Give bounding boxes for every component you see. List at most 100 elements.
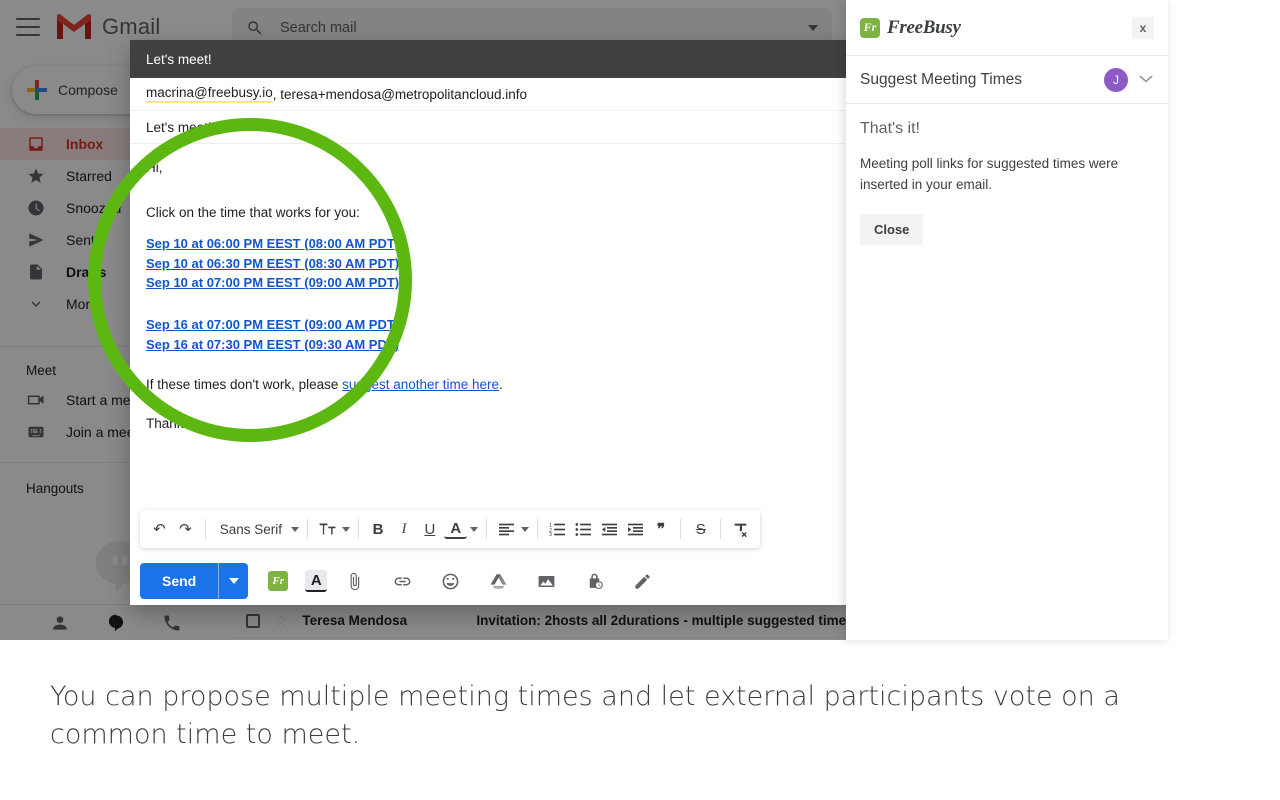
sidebar-item-label: Starred xyxy=(66,168,112,184)
time-link-group-1: Sep 10 at 06:00 PM EEST (08:00 AM PDT) S… xyxy=(146,234,832,293)
freebusy-mark-icon: Fr xyxy=(860,17,880,38)
screenshot-root: Gmail Search mail Compose Inbox Starred … xyxy=(0,0,1280,800)
chevron-down-icon[interactable] xyxy=(290,526,299,532)
body-intro: Click on the time that works for you: xyxy=(146,204,360,220)
search-placeholder: Search mail xyxy=(280,20,357,36)
bold-button[interactable]: B xyxy=(367,516,390,542)
close-icon[interactable]: x xyxy=(1132,16,1154,39)
list-numbered-icon[interactable]: 123 xyxy=(546,516,569,542)
clock-icon xyxy=(26,198,46,218)
toolbar-divider xyxy=(680,519,682,539)
send-options-button[interactable] xyxy=(218,563,249,599)
formatting-toolbar: ↶ ↷ Sans Serif B I U A 123 ❞ S xyxy=(140,510,760,548)
chevron-down-icon[interactable] xyxy=(1138,72,1154,87)
quote-icon[interactable]: ❞ xyxy=(650,516,673,542)
font-family-selector[interactable]: Sans Serif xyxy=(214,522,288,537)
insert-emoji-icon[interactable] xyxy=(434,566,466,596)
star-icon[interactable]: ☆ xyxy=(274,611,288,631)
svg-text:3: 3 xyxy=(549,532,552,537)
list-bulleted-icon[interactable] xyxy=(572,516,595,542)
caption-text: You can propose multiple meeting times a… xyxy=(50,681,1120,751)
font-size-icon[interactable] xyxy=(316,516,339,542)
chevron-down-icon[interactable] xyxy=(470,526,479,532)
compose-title-label: Let's meet! xyxy=(146,51,212,67)
chevron-down-icon[interactable] xyxy=(341,526,350,532)
row-checkbox[interactable] xyxy=(246,613,260,628)
compose-label: Compose xyxy=(58,82,118,98)
confidential-mode-icon[interactable] xyxy=(578,566,610,596)
freebusy-icon[interactable]: Fr xyxy=(262,566,294,596)
insert-photo-icon[interactable] xyxy=(530,566,562,596)
fallback-suffix: . xyxy=(499,376,503,392)
hangouts-icon[interactable] xyxy=(106,613,126,633)
indent-more-icon[interactable] xyxy=(624,516,647,542)
star-icon xyxy=(26,166,46,186)
formatting-options-icon[interactable]: A xyxy=(300,566,332,596)
keyboard-icon xyxy=(26,422,46,442)
sidebar-item-label: Sent xyxy=(66,232,95,248)
italic-button[interactable]: I xyxy=(393,516,416,542)
freebusy-subheader: Suggest Meeting Times J xyxy=(846,56,1168,104)
send-icon xyxy=(26,230,46,250)
send-button[interactable]: Send xyxy=(140,563,219,599)
underline-button[interactable]: U xyxy=(418,516,441,542)
toolbar-divider xyxy=(537,519,538,539)
close-button[interactable]: Close xyxy=(860,213,924,245)
page-title: Suggest Meeting Times xyxy=(860,70,1022,88)
body-greeting: Hi, xyxy=(146,160,163,175)
sidebar-item-label: Inbox xyxy=(66,136,104,152)
draft-icon xyxy=(26,262,46,282)
remove-formatting-icon[interactable] xyxy=(729,516,752,542)
sidebar-item-label: Drafts xyxy=(66,264,107,280)
avatar[interactable]: J xyxy=(1104,67,1128,92)
search-options-icon[interactable] xyxy=(808,25,818,31)
compose-title-bar[interactable]: Let's meet! xyxy=(130,40,848,78)
meeting-time-link[interactable]: Sep 10 at 06:00 PM EEST (08:00 AM PDT) xyxy=(146,234,832,254)
text-color-button[interactable]: A xyxy=(444,519,468,539)
indent-less-icon[interactable] xyxy=(598,516,621,542)
compose-window: Let's meet! macrina@freebusy.io, teresa+… xyxy=(130,40,848,605)
search-icon xyxy=(246,19,264,37)
status-heading: That's it! xyxy=(860,120,920,137)
toolbar-divider xyxy=(486,519,488,539)
recipient-rest: , teresa+mendosa@metropolitancloud.info xyxy=(272,86,527,102)
insert-signature-icon[interactable] xyxy=(626,566,658,596)
formatting-a-glyph: A xyxy=(305,570,328,592)
fallback-prefix: If these times don't work, please xyxy=(146,376,343,392)
meeting-time-link[interactable]: Sep 16 at 07:30 PM EEST (09:30 AM PDT) xyxy=(146,335,832,355)
insert-link-icon[interactable] xyxy=(386,566,418,596)
video-camera-icon xyxy=(26,390,46,410)
recipient-primary: macrina@freebusy.io xyxy=(146,85,273,103)
compose-body[interactable]: Hi, Click on the time that works for you… xyxy=(130,144,848,434)
toolbar-divider xyxy=(306,519,308,539)
toolbar-divider xyxy=(720,519,722,539)
gmail-brand-label: Gmail xyxy=(102,14,161,39)
inbox-icon xyxy=(26,134,46,154)
compose-subject-value: Let's meet! xyxy=(146,119,212,135)
toolbar-divider xyxy=(204,519,206,539)
freebusy-panel: Fr FreeBusy x Suggest Meeting Times J Th… xyxy=(846,0,1168,640)
attach-file-icon[interactable] xyxy=(338,566,370,596)
phone-icon[interactable] xyxy=(162,613,182,633)
compose-recipients-field[interactable]: macrina@freebusy.io, teresa+mendosa@metr… xyxy=(130,78,848,111)
meeting-time-link[interactable]: Sep 16 at 07:00 PM EEST (09:00 AM PDT) xyxy=(146,315,832,335)
person-icon[interactable] xyxy=(50,613,70,633)
undo-icon[interactable]: ↶ xyxy=(148,516,171,542)
sidebar-status-strip xyxy=(0,604,232,640)
meeting-time-link[interactable]: Sep 10 at 07:00 PM EEST (09:00 AM PDT) xyxy=(146,273,832,293)
compose-subject-field[interactable]: Let's meet! xyxy=(130,111,848,144)
freebusy-logo: Fr FreeBusy xyxy=(860,17,961,39)
chevron-down-icon[interactable] xyxy=(521,526,530,532)
align-icon[interactable] xyxy=(495,516,518,542)
strikethrough-button[interactable]: S xyxy=(689,516,712,542)
freebusy-panel-header: Fr FreeBusy x xyxy=(846,0,1168,56)
redo-icon[interactable]: ↷ xyxy=(174,516,197,542)
suggest-another-time-link[interactable]: suggest another time here xyxy=(342,377,499,392)
gmail-logo[interactable]: Gmail xyxy=(55,13,160,41)
meeting-time-link[interactable]: Sep 10 at 06:30 PM EEST (08:30 AM PDT) xyxy=(146,254,832,274)
time-link-group-2: Sep 16 at 07:00 PM EEST (09:00 AM PDT) S… xyxy=(146,315,832,355)
freebusy-badge: Fr xyxy=(268,571,289,591)
main-menu-icon[interactable] xyxy=(16,18,40,38)
freebusy-panel-body: That's it! Meeting poll links for sugges… xyxy=(846,104,1168,261)
insert-drive-icon[interactable] xyxy=(482,566,514,596)
